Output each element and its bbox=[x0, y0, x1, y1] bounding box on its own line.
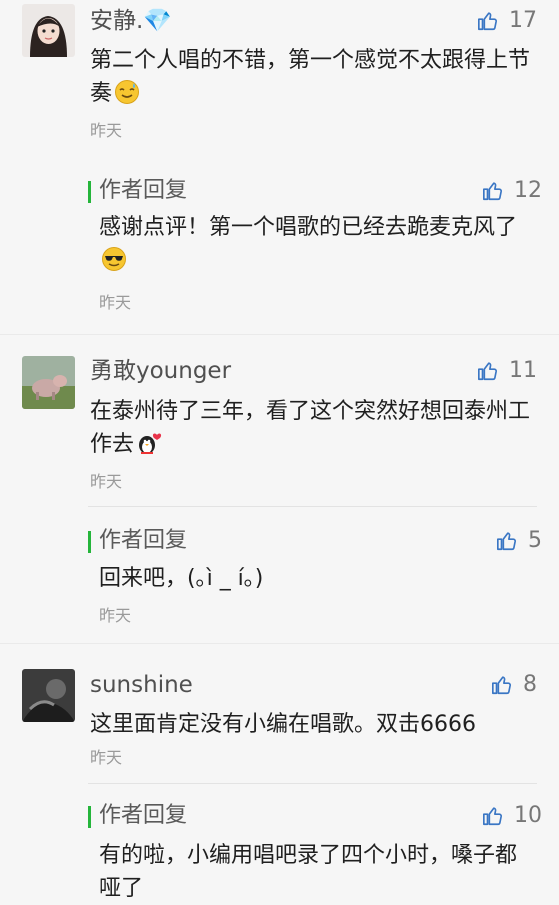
sweat-smile-emoji-icon bbox=[114, 79, 140, 105]
thumbs-up-icon bbox=[478, 362, 498, 381]
like-button[interactable]: 10 bbox=[482, 801, 542, 831]
comment-time: 昨天 bbox=[90, 472, 123, 491]
thumbs-up-icon bbox=[492, 676, 512, 695]
like-button[interactable]: 8 bbox=[491, 670, 537, 700]
penguin-heart-emoji-icon bbox=[136, 430, 162, 456]
comment-author[interactable]: sunshine bbox=[90, 670, 193, 700]
like-button[interactable]: 17 bbox=[477, 6, 537, 36]
comment-author[interactable]: 勇敢younger bbox=[90, 356, 231, 386]
sunglasses-emoji-icon bbox=[101, 246, 127, 272]
thumbs-up-icon bbox=[483, 182, 503, 201]
reply-marker bbox=[88, 531, 91, 553]
thumbs-up-icon bbox=[483, 807, 503, 826]
divider bbox=[88, 783, 537, 784]
comment-time: 昨天 bbox=[90, 121, 123, 140]
like-count: 17 bbox=[509, 8, 537, 33]
like-button[interactable]: 5 bbox=[496, 526, 542, 556]
like-count: 12 bbox=[514, 178, 542, 203]
like-count: 10 bbox=[514, 803, 542, 828]
like-button[interactable]: 11 bbox=[477, 356, 537, 386]
comment-text: 这里面肯定没有小编在唱歌。双击6666 bbox=[90, 712, 476, 737]
divider bbox=[0, 643, 559, 644]
comment-time: 昨天 bbox=[90, 748, 123, 767]
comment-text: 第二个人唱的不错，第一个感觉不太跟得上节奏 bbox=[90, 48, 531, 106]
divider bbox=[0, 334, 559, 335]
author-reply-label: 作者回复 bbox=[99, 528, 188, 553]
like-button[interactable]: 12 bbox=[482, 176, 542, 206]
avatar[interactable] bbox=[22, 4, 75, 57]
reply-marker bbox=[88, 181, 91, 203]
like-count: 8 bbox=[523, 672, 537, 697]
like-count: 5 bbox=[528, 528, 542, 553]
thumbs-up-icon bbox=[478, 12, 498, 31]
reply-marker bbox=[88, 806, 91, 828]
author-reply-label: 作者回复 bbox=[99, 803, 188, 828]
like-count: 11 bbox=[509, 358, 537, 383]
divider bbox=[88, 506, 537, 507]
reply-text: 有的啦，小编用唱吧录了四个小时，嗓子都哑了 bbox=[99, 843, 518, 901]
reply-text: 回来吧，(｡ì _ í｡) bbox=[99, 566, 264, 591]
reply-time: 昨天 bbox=[99, 293, 132, 312]
reply-text: 感谢点评！第一个唱歌的已经去跪麦克风了 bbox=[99, 211, 524, 277]
comment-text: 在泰州待了三年，看了这个突然好想回泰州工作去 bbox=[90, 399, 531, 457]
thumbs-up-icon bbox=[497, 532, 517, 551]
reply-time: 昨天 bbox=[99, 606, 132, 625]
comment-author[interactable]: 安静.💎 bbox=[90, 6, 172, 36]
author-reply-label: 作者回复 bbox=[99, 178, 188, 203]
avatar[interactable] bbox=[22, 669, 75, 722]
avatar[interactable] bbox=[22, 356, 75, 409]
